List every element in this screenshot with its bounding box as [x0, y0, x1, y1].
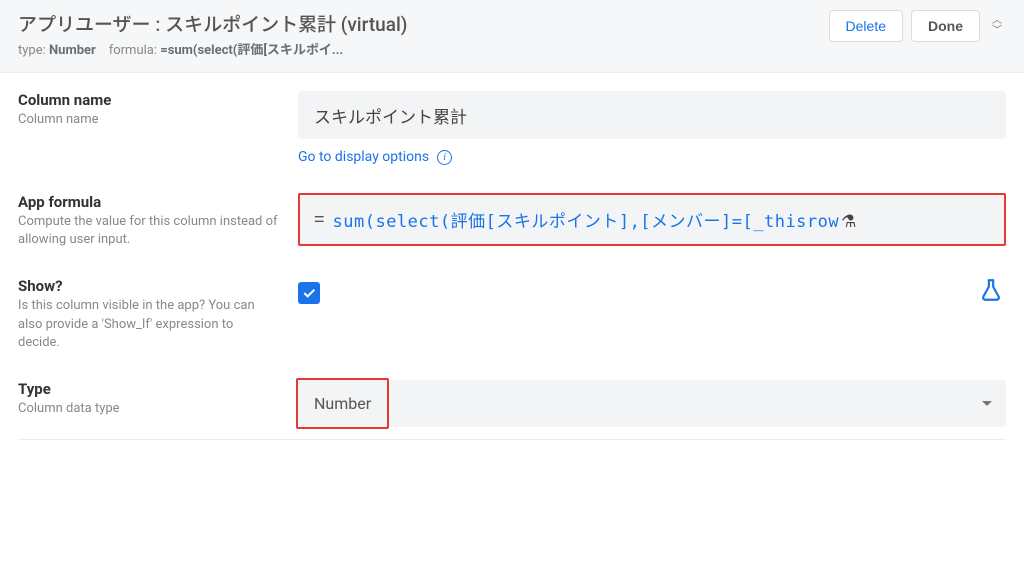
header-left: アプリユーザー : スキルポイント累計 (virtual) type: Numb…	[18, 10, 829, 58]
show-desc: Is this column visible in the app? You c…	[18, 297, 278, 352]
type-select-value: Number	[296, 378, 389, 429]
type-select-rest	[389, 380, 1006, 427]
formula-label: formula:	[109, 43, 157, 58]
flask-icon: ⚗	[841, 212, 857, 231]
show-checkbox[interactable]	[298, 282, 320, 304]
column-name-desc: Column name	[18, 111, 278, 129]
type-desc: Column data type	[18, 400, 278, 418]
delete-button[interactable]: Delete	[829, 10, 903, 42]
row-app-formula: App formula Compute the value for this c…	[18, 193, 1006, 249]
chevron-down-icon: ﹀	[992, 26, 1002, 36]
caret-down-icon	[982, 401, 992, 406]
app-formula-label: App formula	[18, 193, 278, 211]
section-divider	[18, 439, 1006, 440]
row-column-name: Column name Column name Go to display op…	[18, 91, 1006, 165]
column-name-label: Column name	[18, 91, 278, 109]
show-label: Show?	[18, 277, 278, 295]
label-col: App formula Compute the value for this c…	[18, 193, 298, 249]
info-icon: i	[437, 150, 452, 165]
formula-code: sum(select(評価[スキルポイント],[メンバー]=[_thisrow⚗	[333, 207, 990, 232]
formula-value: =sum(select(評価[スキルポイ...	[160, 43, 343, 58]
done-button[interactable]: Done	[911, 10, 980, 42]
header-actions: Delete Done ︿ ﹀	[829, 10, 1006, 42]
display-options-text: Go to display options	[298, 149, 429, 165]
field-col: Number	[298, 380, 1006, 427]
type-value: Number	[49, 43, 96, 58]
expression-builder-button[interactable]	[978, 277, 1006, 305]
equals-sign: =	[314, 209, 325, 230]
label-col: Show? Is this column visible in the app?…	[18, 277, 298, 352]
app-formula-input[interactable]: = sum(select(評価[スキルポイント],[メンバー]=[_thisro…	[298, 193, 1006, 246]
field-col	[298, 277, 1006, 305]
display-options-link[interactable]: Go to display options i	[298, 149, 1006, 165]
content: Column name Column name Go to display op…	[0, 73, 1024, 427]
type-select[interactable]: Number	[298, 380, 1006, 427]
check-icon	[301, 285, 317, 301]
header-title: アプリユーザー : スキルポイント累計 (virtual)	[18, 10, 829, 37]
label-col: Column name Column name	[18, 91, 298, 129]
column-editor-header: アプリユーザー : スキルポイント累計 (virtual) type: Numb…	[0, 0, 1024, 73]
row-type: Type Column data type Number	[18, 380, 1006, 427]
type-label: Type	[18, 380, 278, 398]
label-col: Type Column data type	[18, 380, 298, 418]
field-col: Go to display options i	[298, 91, 1006, 165]
row-show: Show? Is this column visible in the app?…	[18, 277, 1006, 352]
column-name-input[interactable]	[298, 91, 1006, 139]
field-col: = sum(select(評価[スキルポイント],[メンバー]=[_thisro…	[298, 193, 1006, 246]
header-subtitle: type: Number formula: =sum(select(評価[スキル…	[18, 39, 829, 58]
type-label: type:	[18, 43, 46, 58]
app-formula-desc: Compute the value for this column instea…	[18, 213, 278, 249]
flask-icon	[978, 277, 1004, 303]
reorder-handle[interactable]: ︿ ﹀	[988, 16, 1006, 36]
